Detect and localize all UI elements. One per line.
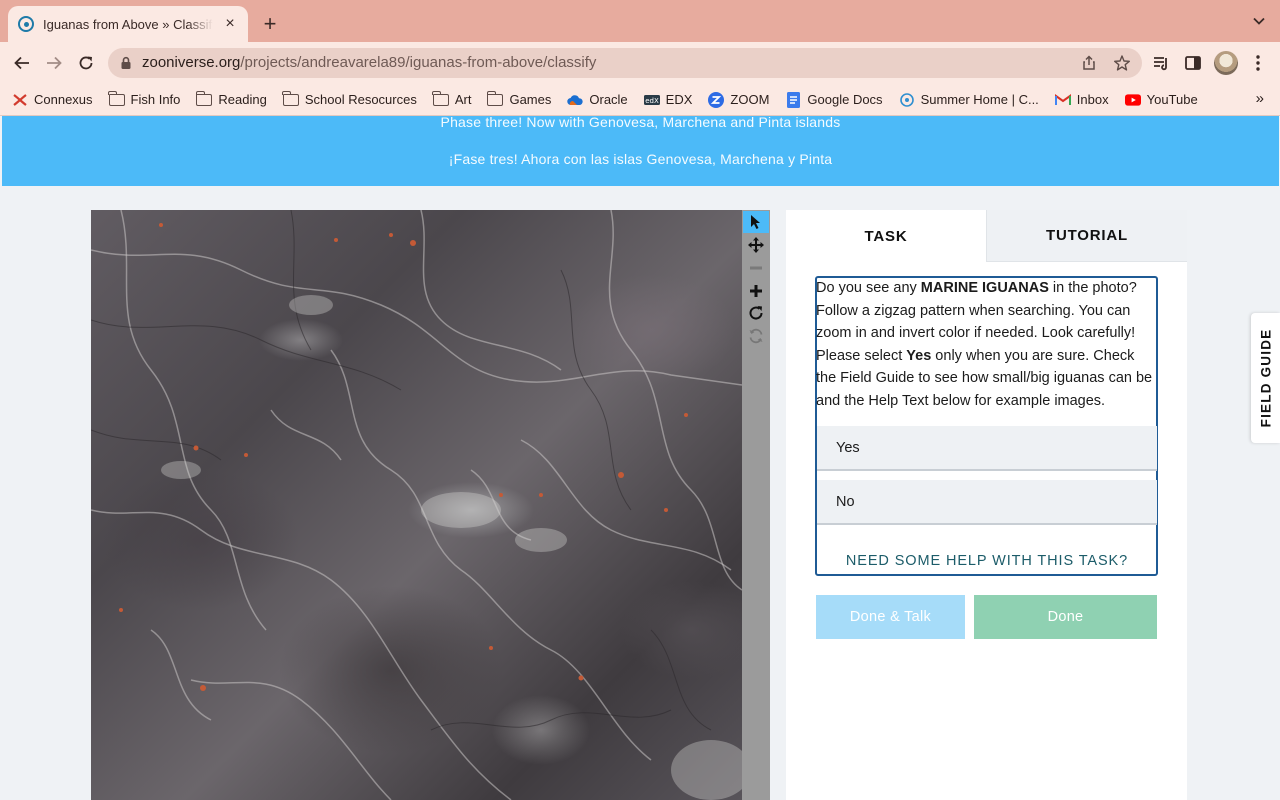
folder-icon <box>195 90 213 108</box>
answer-no-label: No <box>836 493 855 510</box>
url-path: /projects/andreavarela89/iguanas-from-ab… <box>240 54 597 71</box>
reload-icon[interactable] <box>74 51 98 75</box>
folder-icon <box>486 90 504 108</box>
pan-tool-button[interactable] <box>743 234 769 256</box>
svg-text:edX: edX <box>645 97 659 105</box>
bookmark-label: Connexus <box>34 92 93 107</box>
gmail-icon <box>1054 92 1071 108</box>
bookmark-reading[interactable]: Reading <box>195 90 267 108</box>
browser-menu-icon[interactable] <box>1246 51 1270 75</box>
address-bar[interactable]: zooniverse.org/projects/andreavarela89/i… <box>108 48 1142 78</box>
bookmark-label: Google Docs <box>807 92 883 107</box>
cursor-arrow-icon <box>751 215 760 229</box>
subject-image-aerial-lava-rocks[interactable] <box>91 210 742 800</box>
question-emphasis: Yes <box>906 347 932 364</box>
task-help-button[interactable]: NEED SOME HELP WITH THIS TASK? <box>816 553 1158 569</box>
bookmark-art[interactable]: Art <box>432 90 472 108</box>
done-and-talk-button[interactable]: Done & Talk <box>816 595 965 639</box>
bookmark-label: School Resocurces <box>304 92 417 107</box>
bookmark-connexus[interactable]: Connexus <box>12 92 93 108</box>
move-arrows-icon <box>748 237 764 253</box>
plus-icon <box>750 285 762 297</box>
browser-tab[interactable]: Iguanas from Above » Classify × <box>8 6 248 42</box>
bookmark-google-docs[interactable]: Google Docs <box>785 91 883 108</box>
more-bookmarks-button[interactable]: » <box>1256 90 1264 107</box>
field-guide-label: FIELD GUIDE <box>1258 328 1273 428</box>
bookmark-youtube[interactable]: YouTube <box>1124 92 1198 108</box>
field-guide-tab[interactable]: FIELD GUIDE <box>1251 313 1280 443</box>
announcement-english: Phase three! Now with Genovesa, Marchena… <box>440 114 841 130</box>
oracle-cloud-icon <box>567 92 584 108</box>
tab-search-chevron-icon[interactable] <box>1252 14 1266 28</box>
bookmark-label: Summer Home | C... <box>920 92 1039 107</box>
media-control-icon[interactable] <box>1149 51 1173 75</box>
folder-icon <box>432 90 449 108</box>
url-text[interactable]: zooniverse.org/projects/andreavarela89/i… <box>142 54 596 71</box>
url-domain: zooniverse.org <box>142 54 241 71</box>
bookmark-edx[interactable]: edX EDX <box>643 92 693 108</box>
connexus-icon <box>12 92 28 108</box>
question-text: Do you see any <box>816 280 921 296</box>
bookmark-inbox[interactable]: Inbox <box>1054 92 1109 108</box>
rotate-icon <box>749 306 763 320</box>
tab-close-icon[interactable]: × <box>222 16 238 32</box>
bookmark-label: Fish Info <box>130 92 181 107</box>
zooniverse-favicon-icon <box>18 16 34 32</box>
image-viewer-toolbar <box>742 210 770 800</box>
reset-view-button[interactable] <box>743 325 769 347</box>
task-panel-tabs: TASK TUTORIAL <box>786 210 1187 262</box>
bookmark-label: YouTube <box>1146 92 1198 107</box>
bookmark-games[interactable]: Games <box>486 90 552 108</box>
profile-avatar[interactable] <box>1214 51 1238 75</box>
tab-strip: Iguanas from Above » Classify × + <box>0 0 1280 42</box>
answer-yes-button[interactable]: Yes <box>817 426 1157 471</box>
bookmark-label: Reading <box>218 92 267 107</box>
answer-yes-label: Yes <box>836 439 860 456</box>
zoom-in-button[interactable] <box>743 280 769 302</box>
bookmark-label: Games <box>509 92 552 107</box>
bookmark-oracle[interactable]: Oracle <box>567 92 628 108</box>
edx-icon: edX <box>643 92 660 108</box>
bookmarks-bar: Connexus Fish Info Reading School Resocu… <box>0 84 1280 116</box>
zoom-out-button[interactable] <box>743 257 769 279</box>
announcement-spanish: ¡Fase tres! Ahora con las islas Genovesa… <box>448 151 833 167</box>
folder-icon <box>107 90 125 108</box>
summer-home-icon <box>899 92 915 108</box>
done-button[interactable]: Done <box>974 595 1157 639</box>
project-announcement-banner: Phase three! Now with Genovesa, Marchena… <box>2 114 1279 186</box>
minus-icon <box>750 266 762 270</box>
lock-icon[interactable] <box>120 56 132 70</box>
pointer-tool-button[interactable] <box>743 211 769 233</box>
bookmark-label: Art <box>454 92 472 107</box>
youtube-icon <box>1124 92 1141 108</box>
bookmark-label: Oracle <box>589 92 628 107</box>
bookmark-label: Inbox <box>1076 92 1109 107</box>
forward-arrow-icon[interactable] <box>42 51 66 75</box>
bookmark-label: EDX <box>665 92 693 107</box>
refresh-icon <box>749 328 763 344</box>
tab-task[interactable]: TASK <box>786 210 986 262</box>
task-question: Do you see any MARINE IGUANAS in the pho… <box>816 277 1158 412</box>
bookmark-fish-info[interactable]: Fish Info <box>107 90 181 108</box>
rotate-button[interactable] <box>743 302 769 324</box>
bookmark-zoom[interactable]: ZOOM <box>708 91 770 108</box>
tab-title: Iguanas from Above » Classify <box>43 16 213 32</box>
google-docs-icon <box>785 91 801 108</box>
bookmark-summer-home[interactable]: Summer Home | C... <box>899 92 1039 108</box>
bookmark-star-icon[interactable] <box>1113 54 1131 72</box>
share-icon[interactable] <box>1080 54 1098 72</box>
answer-no-button[interactable]: No <box>817 480 1157 525</box>
back-arrow-icon[interactable] <box>10 51 34 75</box>
question-emphasis: MARINE IGUANAS <box>920 280 1049 296</box>
new-tab-button[interactable]: + <box>258 12 282 36</box>
bookmark-school-resources[interactable]: School Resocurces <box>282 90 417 108</box>
folder-icon <box>282 90 299 108</box>
side-panel-icon[interactable] <box>1181 51 1205 75</box>
zoom-icon <box>708 91 725 108</box>
bookmark-label: ZOOM <box>730 92 770 107</box>
tab-tutorial[interactable]: TUTORIAL <box>986 210 1187 262</box>
